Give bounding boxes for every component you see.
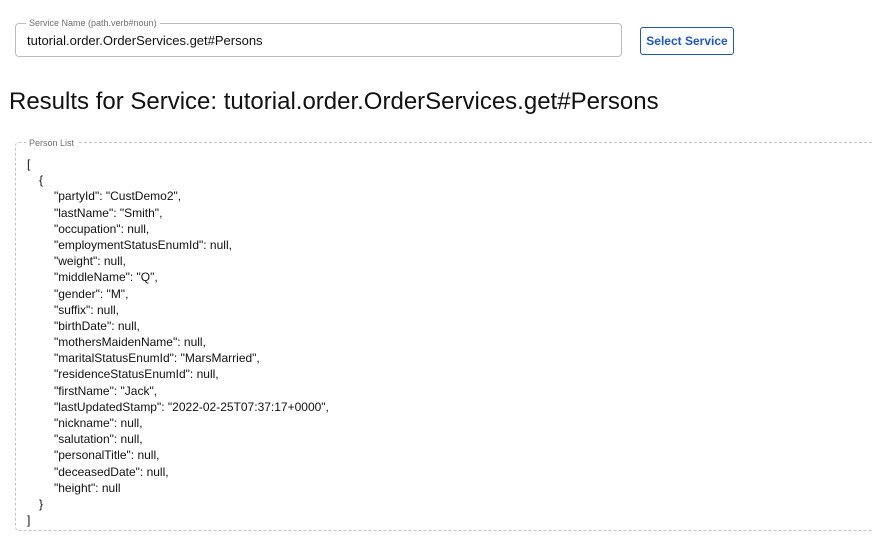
json-field-line: "gender": "M", <box>54 286 129 301</box>
json-field-line: "birthDate": null, <box>54 318 140 333</box>
person-list-panel: Person List [ { "partyId": "CustDemo2", "… <box>15 137 872 531</box>
json-fields: "partyId": "CustDemo2", "lastName": "Smit… <box>27 188 329 496</box>
json-field-line: "lastUpdatedStamp": "2022-02-25T07:37:17… <box>54 399 329 414</box>
service-name-input[interactable]: tutorial.order.OrderServices.get#Persons <box>27 24 263 58</box>
json-field-line: "nickname": null, <box>54 416 143 430</box>
person-list-label: Person List <box>26 137 78 149</box>
json-field-line: "deceasedDate": null, <box>54 464 169 479</box>
select-service-button[interactable]: Select Service <box>640 27 734 55</box>
json-field-line: "lastName": "Smith", <box>54 205 163 220</box>
json-field-line: "height": null <box>54 480 121 495</box>
json-field-line: "firstName": "Jack", <box>54 383 158 398</box>
json-close-brace: } <box>39 496 44 511</box>
json-close-bracket: ] <box>27 513 31 528</box>
json-field-line: "maritalStatusEnumId": "MarsMarried", <box>54 351 260 366</box>
service-name-field[interactable]: Service Name (path.verb#noun) tutorial.o… <box>15 17 622 58</box>
json-field-line: "mothersMaidenName": null, <box>54 335 206 350</box>
json-open-bracket: [ <box>27 157 31 171</box>
json-field-line: "employmentStatusEnumId": null, <box>54 237 232 252</box>
json-open-brace: { <box>39 173 44 188</box>
json-field-line: "occupation": null, <box>54 221 150 236</box>
results-heading: Results for Service: tutorial.order.Orde… <box>9 88 659 115</box>
json-field-line: "partyId": "CustDemo2", <box>54 189 182 204</box>
json-field-line: "middleName": "Q", <box>54 270 158 285</box>
json-field-line: "suffix": null, <box>54 302 119 317</box>
json-field-line: "weight": null, <box>54 254 126 269</box>
json-field-line: "residenceStatusEnumId": null, <box>54 367 219 382</box>
person-list-json: [ { "partyId": "CustDemo2", "lastName": "… <box>27 156 329 528</box>
json-field-line: "salutation": null, <box>54 432 143 447</box>
json-field-line: "personalTitle": null, <box>54 448 160 463</box>
